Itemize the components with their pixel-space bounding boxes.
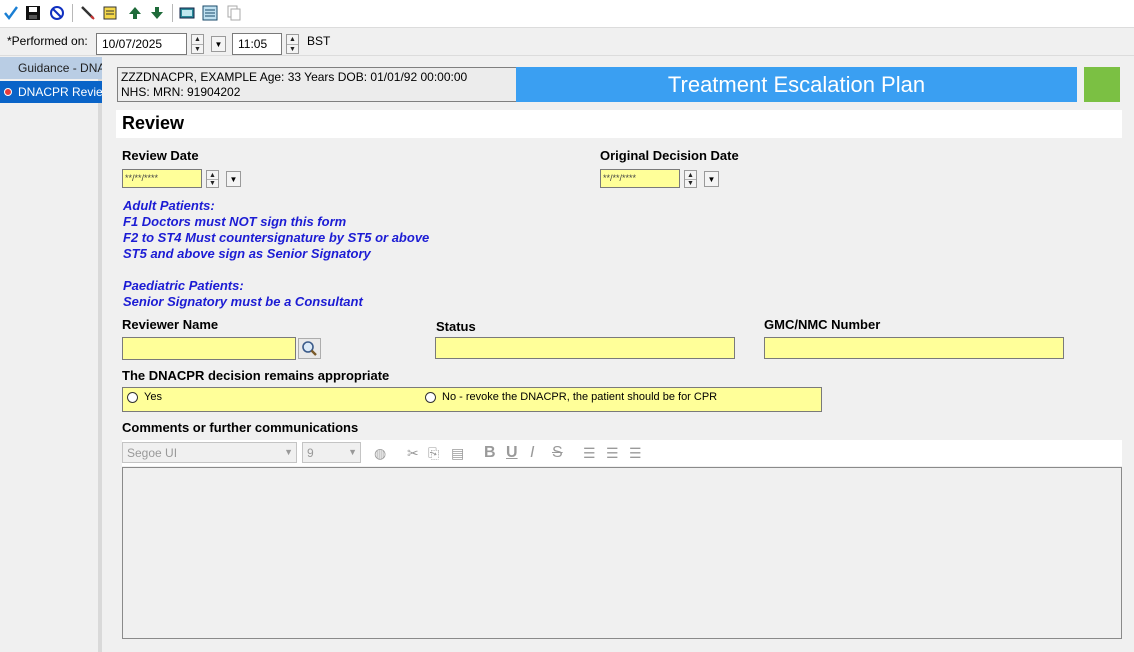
document-icon[interactable] [101,4,119,22]
chevron-down-icon: ▼ [284,447,293,457]
review-date-label: Review Date [122,148,199,163]
original-date-dropdown[interactable]: ▼ [704,171,719,187]
decision-yes-label[interactable]: Yes [144,391,162,403]
font-family-value: Segoe UI [127,446,178,460]
decision-no-label[interactable]: No - revoke the DNACPR, the patient shou… [442,391,717,403]
nav-item-label: DNACPR Review [18,85,102,99]
reviewer-name-label: Reviewer Name [122,317,219,332]
nav-item-guidance-dnacpr[interactable]: Guidance - DNACPR [0,57,102,79]
copy-form-icon [225,4,243,22]
review-date-dropdown[interactable]: ▼ [226,171,241,187]
guidance-line: Adult Patients: [123,198,215,213]
review-date-input[interactable]: **/**/**** [122,169,202,188]
cancel-icon[interactable] [48,4,66,22]
decision-no-radio[interactable] [425,392,436,403]
section-heading: Review [116,110,1122,138]
paste-icon[interactable]: ▤ [451,444,464,462]
paediatric-guidance: Paediatric Patients: Senior Signatory mu… [123,278,363,310]
reviewer-search-button[interactable] [298,338,321,359]
performed-time-input[interactable]: 11:05 [232,33,282,55]
toolbar-separator [72,4,73,22]
form-browser-icon[interactable] [201,4,219,22]
font-size-value: 9 [307,446,314,460]
performed-on-label: *Performed on: [7,34,88,48]
guidance-line: F2 to ST4 Must countersignature by ST5 o… [123,230,430,245]
guidance-line: F1 Doctors must NOT sign this form [123,214,347,229]
toolbar [0,0,1134,28]
copy-icon[interactable]: ⎘ [428,444,439,462]
underline-icon[interactable]: U [506,444,518,462]
align-left-icon[interactable]: ☰ [583,444,596,462]
reviewer-name-input[interactable] [122,337,296,360]
performed-on-row: *Performed on: 10/07/2025 ▲ ▼ ▼ 11:05 ▲ ▼ … [0,29,1134,56]
decision-yes-radio[interactable] [127,392,138,403]
gmc-nmc-input[interactable] [764,337,1064,359]
italic-icon[interactable]: I [530,444,534,462]
status-indicator [1084,67,1120,102]
review-date-spinner[interactable]: ▲ ▼ [206,170,219,188]
comments-editor[interactable] [122,467,1122,639]
gmc-nmc-label: GMC/NMC Number [764,317,881,332]
spellcheck-icon[interactable]: ◍ [374,444,386,462]
rich-text-toolbar: Segoe UI ▼ 9 ▼ ◍ ✂ ⎘ ▤ B U I S ☰ ☰ ☰ [122,440,1122,466]
timezone-label: BST [307,34,331,48]
font-family-select[interactable]: Segoe UI ▼ [122,442,297,463]
performed-date-input[interactable]: 10/07/2025 [96,33,187,55]
strikethrough-icon[interactable]: S [552,444,563,462]
decision-label: The DNACPR decision remains appropriate [122,368,390,383]
patient-identifiers: NHS: MRN: 91904202 [121,85,241,99]
original-decision-date-label: Original Decision Date [600,148,739,163]
sign-checkmark-icon[interactable] [2,4,20,22]
comments-label: Comments or further communications [122,420,359,435]
magnifier-icon [302,341,317,356]
down-arrow-icon[interactable] [148,4,166,22]
keyboard-icon[interactable] [178,4,196,22]
save-icon[interactable] [24,4,42,22]
date-dropdown-button[interactable]: ▼ [211,36,226,52]
patient-banner: ZZZDNACPR, EXAMPLE Age: 33 Years DOB: 01… [117,67,517,102]
nav-item-dnacpr-review[interactable]: DNACPR Review [0,81,102,103]
align-center-icon[interactable]: ☰ [606,444,619,462]
original-decision-date-input[interactable]: **/**/**** [600,169,680,188]
time-spinner[interactable]: ▲ ▼ [286,34,299,54]
pen-icon[interactable] [79,4,97,22]
guidance-line: ST5 and above sign as Senior Signatory [123,246,371,261]
bold-icon[interactable]: B [484,444,496,462]
adult-guidance: Adult Patients: F1 Doctors must NOT sign… [123,198,429,262]
align-right-icon[interactable]: ☰ [629,444,642,462]
status-label: Status [436,319,476,334]
decision-radio-group: Yes No - revoke the DNACPR, the patient … [122,387,822,412]
required-flag-icon [4,88,12,96]
original-date-spinner[interactable]: ▲ ▼ [684,170,697,188]
font-size-select[interactable]: 9 ▼ [302,442,361,463]
form-navigation: Guidance - DNACPR DNACPR Review [0,57,102,652]
status-input[interactable] [435,337,735,359]
form-title: Treatment Escalation Plan [516,67,1077,102]
guidance-line: Paediatric Patients: [123,278,244,293]
up-arrow-icon[interactable] [126,4,144,22]
patient-demographics: ZZZDNACPR, EXAMPLE Age: 33 Years DOB: 01… [121,70,468,84]
chevron-down-icon: ▼ [348,447,357,457]
guidance-line: Senior Signatory must be a Consultant [123,294,363,309]
date-spinner[interactable]: ▲ ▼ [191,34,204,54]
cut-icon[interactable]: ✂ [407,444,419,462]
toolbar-separator [172,4,173,22]
